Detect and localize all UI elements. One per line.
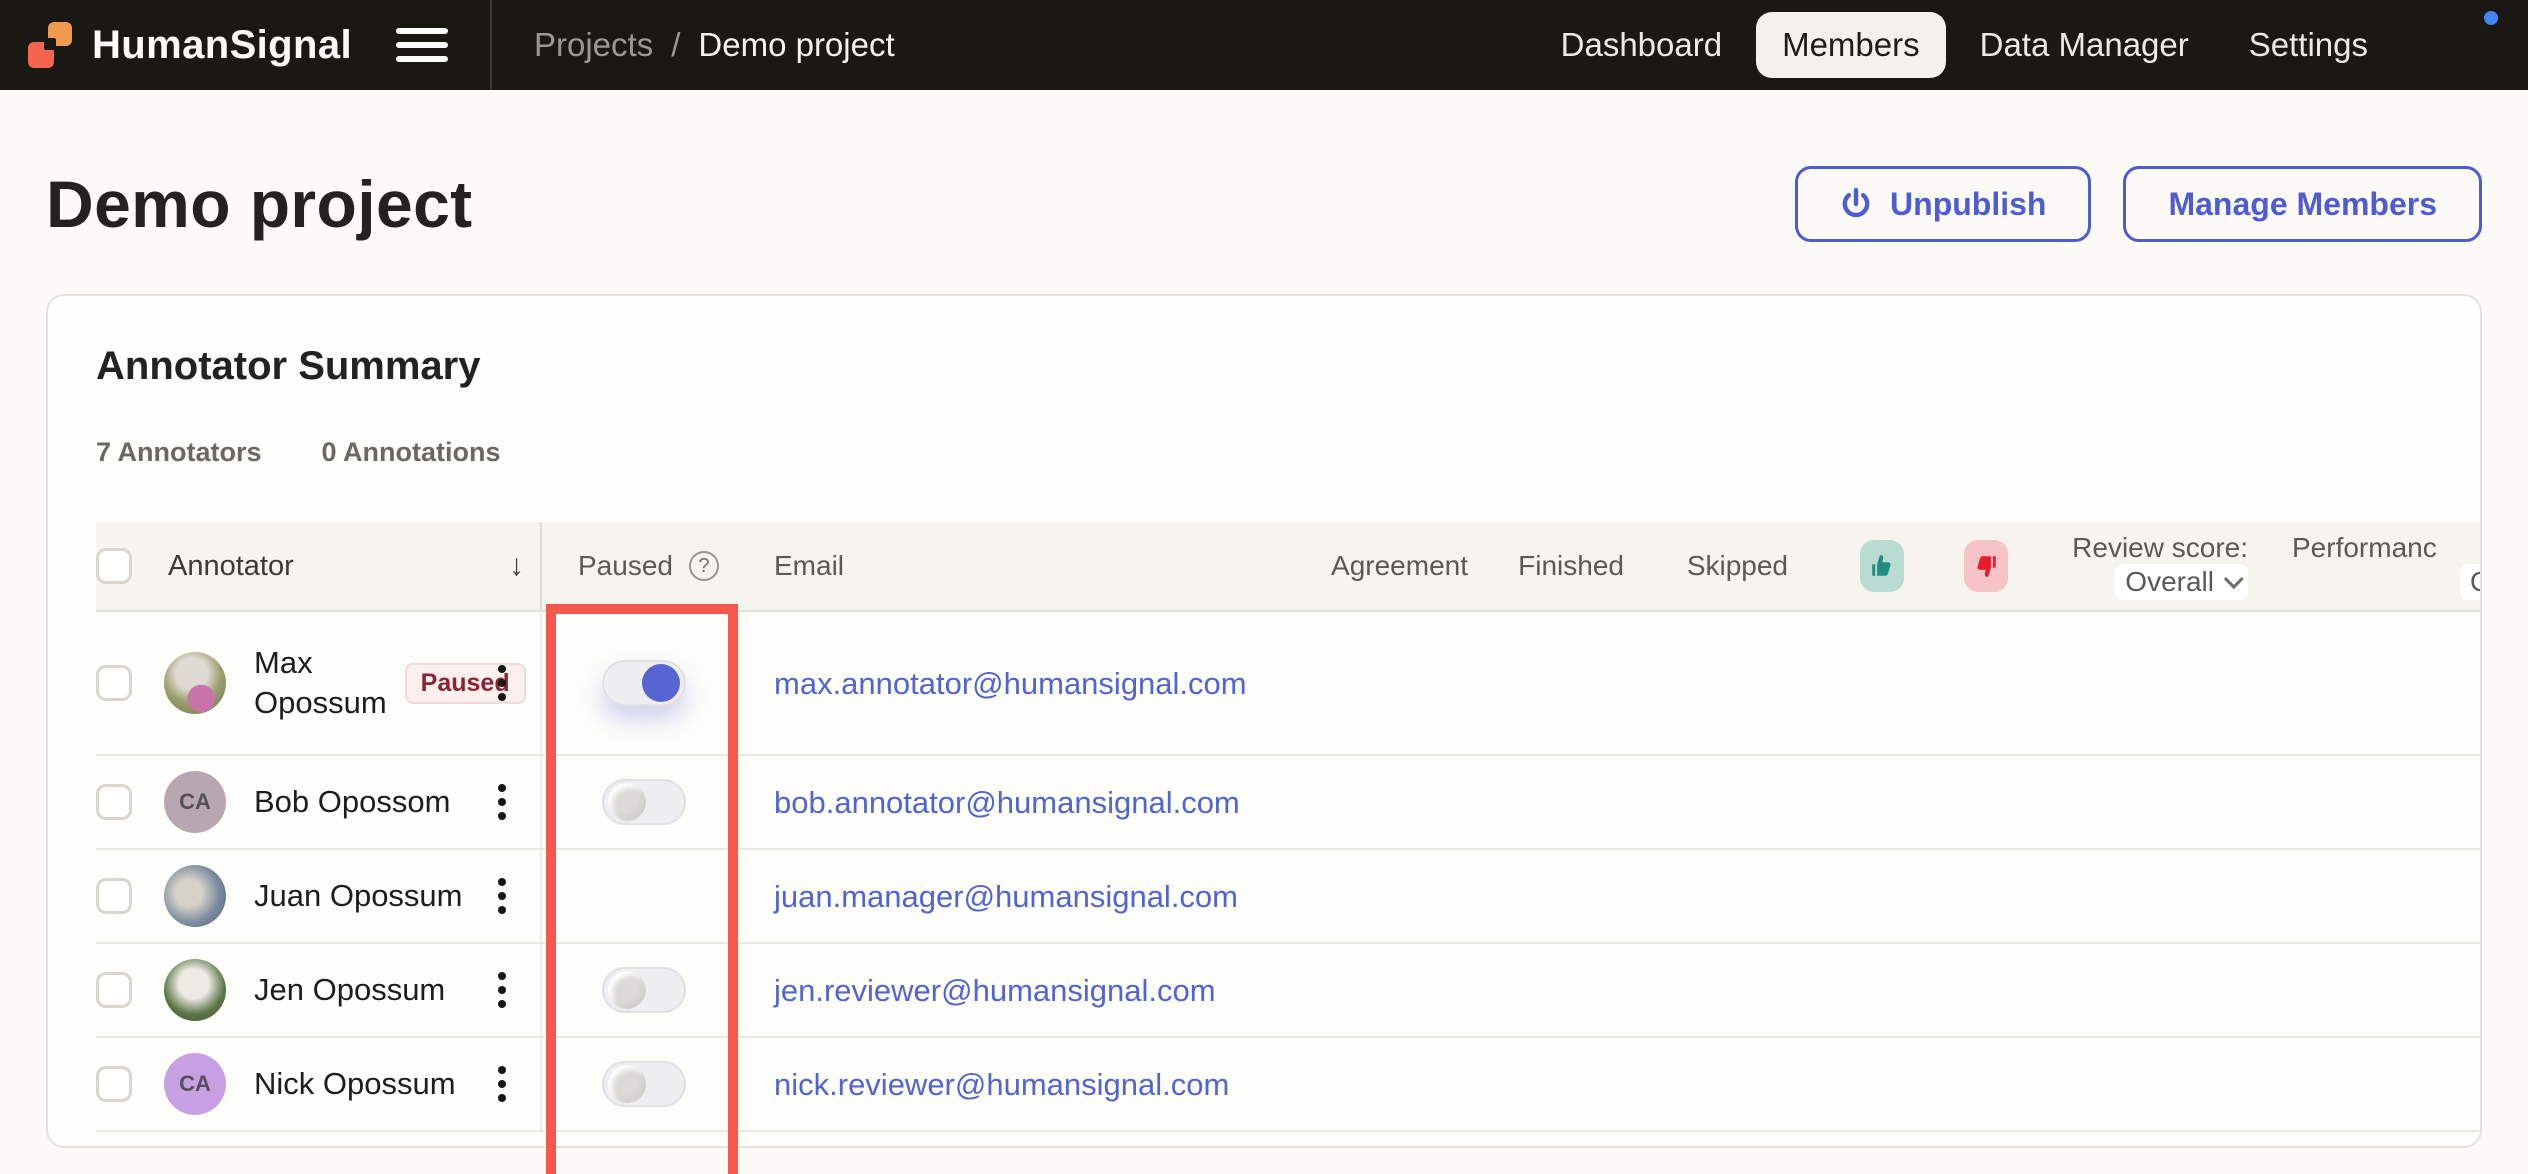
unpublish-button[interactable]: Unpublish	[1795, 166, 2092, 242]
breadcrumb-separator: /	[671, 26, 681, 63]
nav-item-members[interactable]: Members	[1756, 12, 1946, 78]
paused-cell	[540, 1038, 748, 1130]
manage-members-button[interactable]: Manage Members	[2123, 166, 2482, 242]
email-link[interactable]: bob.annotator@humansignal.com	[774, 785, 1240, 820]
header-performance-score: Performanc O	[2252, 532, 2480, 600]
annotator-summary-card: Annotator Summary 7 Annotators 0 Annotat…	[46, 294, 2482, 1148]
chevron-down-icon	[2223, 569, 2244, 590]
paused-cell	[540, 944, 748, 1036]
nav-item-dashboard[interactable]: Dashboard	[1535, 12, 1748, 78]
main-content: Demo project Unpublish Manage Members An…	[0, 162, 2528, 1174]
avatar	[164, 865, 226, 927]
manage-members-label: Manage Members	[2168, 185, 2437, 222]
annotator-name[interactable]: Jen Opossum	[254, 970, 445, 1010]
avatar	[164, 959, 226, 1021]
breadcrumb: Projects / Demo project	[534, 26, 895, 64]
email-link[interactable]: max.annotator@humansignal.com	[774, 666, 1247, 701]
kebab-menu-icon[interactable]	[492, 872, 512, 920]
page-actions: Unpublish Manage Members	[1795, 166, 2482, 242]
annotator-name[interactable]: Max Opossum	[254, 643, 387, 723]
kebab-menu-icon[interactable]	[492, 778, 512, 826]
thumb-up-icon[interactable]	[1860, 540, 1904, 592]
paused-cell	[540, 850, 748, 942]
help-icon[interactable]: ?	[688, 551, 719, 581]
header-review-score: Review score: Overall	[2008, 532, 2252, 600]
humansignal-logo-icon	[28, 22, 74, 68]
online-status-dot	[2480, 7, 2502, 29]
table-row: CA Nick Opossum nick.reviewer@humansigna…	[96, 1038, 2480, 1132]
annotator-name[interactable]: Juan Opossum	[254, 876, 463, 916]
stat-annotators[interactable]: 7 Annotators	[96, 437, 262, 468]
paused-cell	[540, 612, 748, 754]
stat-annotations[interactable]: 0 Annotations	[322, 437, 501, 468]
table-row: Juan Opossum juan.manager@humansignal.co…	[96, 850, 2480, 944]
page-head: Demo project Unpublish Manage Members	[46, 162, 2482, 246]
annotator-cell: CA Bob Opossom	[160, 756, 540, 848]
card-heading: Annotator Summary	[96, 344, 481, 388]
table-body: Max Opossum Paused max.annotator@humansi…	[96, 612, 2480, 1132]
unpublish-label: Unpublish	[1890, 185, 2047, 222]
page-title: Demo project	[46, 167, 473, 241]
avatar: CA	[164, 771, 226, 833]
annotator-name[interactable]: Bob Opossom	[254, 782, 450, 822]
review-score-dropdown[interactable]: Overall	[2115, 564, 2248, 600]
email-link[interactable]: juan.manager@humansignal.com	[774, 879, 1238, 914]
annotator-name[interactable]: Nick Opossum	[254, 1064, 456, 1104]
breadcrumb-current: Demo project	[698, 26, 895, 63]
annotator-cell: Max Opossum Paused	[160, 612, 540, 754]
top-navbar: HumanSignal Projects / Demo project Dash…	[0, 0, 2528, 90]
row-checkbox[interactable]	[96, 878, 132, 914]
email-link[interactable]: nick.reviewer@humansignal.com	[774, 1067, 1229, 1102]
paused-toggle[interactable]	[602, 660, 686, 706]
header-thumbs-up[interactable]	[1792, 540, 1904, 592]
table-row: Jen Opossum jen.reviewer@humansignal.com	[96, 944, 2480, 1038]
row-checkbox[interactable]	[96, 1066, 132, 1102]
header-skipped[interactable]: Skipped	[1628, 550, 1792, 582]
row-checkbox[interactable]	[96, 784, 132, 820]
select-all-checkbox[interactable]	[96, 548, 132, 584]
app-root: HumanSignal Projects / Demo project Dash…	[0, 0, 2528, 1174]
paused-toggle[interactable]	[602, 967, 686, 1013]
annotator-cell: Jen Opossum	[160, 944, 540, 1036]
performance-dropdown[interactable]: O	[2460, 564, 2480, 600]
row-checkbox[interactable]	[96, 972, 132, 1008]
nav-item-data-manager[interactable]: Data Manager	[1954, 12, 2215, 78]
kebab-menu-icon[interactable]	[492, 659, 512, 707]
navbar-divider	[490, 0, 492, 90]
header-checkbox-cell	[96, 548, 160, 584]
table-row: CA Bob Opossom bob.annotator@humansignal…	[96, 756, 2480, 850]
kebab-menu-icon[interactable]	[492, 966, 512, 1014]
sort-desc-icon[interactable]: ↓	[509, 549, 524, 583]
header-paused: Paused ?	[540, 522, 748, 610]
annotator-table: Annotator ↓ Paused ? Email Agreement Fin…	[96, 522, 2480, 1132]
header-annotator[interactable]: Annotator ↓	[160, 549, 540, 583]
row-checkbox[interactable]	[96, 665, 132, 701]
breadcrumb-projects[interactable]: Projects	[534, 26, 653, 64]
annotator-cell: CA Nick Opossum	[160, 1038, 540, 1130]
hamburger-menu-icon[interactable]	[396, 28, 448, 62]
power-icon	[1842, 188, 1870, 218]
avatar: CA	[164, 1053, 226, 1115]
email-link[interactable]: jen.reviewer@humansignal.com	[774, 973, 1216, 1008]
brand[interactable]: HumanSignal	[0, 22, 352, 68]
avatar	[164, 652, 226, 714]
header-email: Email	[774, 550, 845, 581]
paused-toggle[interactable]	[602, 1061, 686, 1107]
navbar-right: Dashboard Members Data Manager Settings	[1535, 7, 2528, 79]
annotator-cell: Juan Opossum	[160, 850, 540, 942]
table-row: Max Opossum Paused max.annotator@humansi…	[96, 612, 2480, 756]
header-finished[interactable]: Finished	[1472, 550, 1628, 582]
thumb-down-icon[interactable]	[1964, 540, 2008, 592]
nav-item-settings[interactable]: Settings	[2223, 12, 2394, 78]
kebab-menu-icon[interactable]	[492, 1060, 512, 1108]
user-avatar[interactable]	[2430, 7, 2502, 79]
brand-name: HumanSignal	[92, 22, 352, 67]
header-thumbs-down[interactable]	[1904, 540, 2008, 592]
paused-toggle[interactable]	[602, 779, 686, 825]
header-agreement[interactable]: Agreement	[1304, 550, 1472, 582]
summary-stats: 7 Annotators 0 Annotations	[96, 437, 2480, 468]
table-header-row: Annotator ↓ Paused ? Email Agreement Fin…	[96, 522, 2480, 612]
paused-cell	[540, 756, 748, 848]
